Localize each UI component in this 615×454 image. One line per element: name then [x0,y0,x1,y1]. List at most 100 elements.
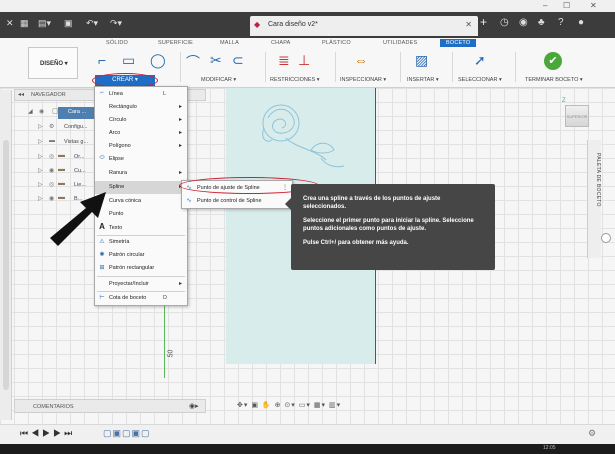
folder-icon: ▬ [58,166,65,173]
user-icon[interactable]: ● [578,17,584,28]
title-bar: ✕ ▦ ▤▾ ▣ ↶▾ ↷▾ ◆ Cara diseño v2* ✕ + ◷ ◉… [0,12,615,38]
viewcube-label: SUPERIOR [566,114,588,119]
close-button[interactable]: ✕ [590,1,597,10]
tab-solido[interactable]: SÓLIDO [106,40,128,46]
menu-item-elipse[interactable]: ⬭ Elipse [95,153,187,166]
grid-icon[interactable]: ▦ [20,18,29,29]
folder-icon: ▬ [58,152,65,159]
folder-icon: ▬ [58,180,65,187]
menu-item-cota-de-boceto[interactable]: ⊢ Cota de boceto D [95,292,187,305]
trim-tool-icon[interactable]: ✂ [210,52,222,69]
tab-malla[interactable]: MALLA [220,40,239,46]
notifications-icon[interactable]: ♣ [538,17,545,28]
menu-item-label: Cota de boceto [109,295,147,301]
left-scrollbar[interactable] [3,140,9,390]
pan-icon[interactable]: ✋ [262,402,272,409]
menu-item-label: Proyectar/Incluir [109,281,149,287]
help-icon[interactable]: ? [558,17,564,28]
file-icon[interactable]: ▤▾ [38,18,51,29]
restricciones-group-button[interactable]: RESTRICCIONES ▾ [270,77,320,83]
menu-item-circulo[interactable]: Círculo ▸ [95,114,187,127]
select-tool-icon[interactable]: ➚ [474,52,486,69]
undo-icon[interactable]: ↶▾ [86,18,98,29]
submenu-arrow-icon: ▸ [179,104,183,110]
collapse-icon[interactable]: ◂◂ [18,91,24,98]
redo-icon[interactable]: ↷▾ [110,18,122,29]
tab-plastico[interactable]: PLÁSTICO [322,40,351,46]
insertar-group-button[interactable]: INSERTAR ▾ [407,77,439,83]
fit-icon[interactable]: ⊙▾ [284,402,295,409]
visibility-icon[interactable]: ◉ [39,108,44,115]
submenu-item-punto-control[interactable]: ∿ Punto de control de Spline [182,195,292,208]
zoom-icon[interactable]: ⊕ [275,402,282,409]
visibility-icon[interactable]: ◎ [49,153,54,160]
design-label: DISEÑO ▾ [40,61,68,67]
viewports-icon[interactable]: ▥▾ [329,402,341,409]
timeline-controls[interactable]: ⏮◀▶▶⏭ [20,428,75,439]
close-tab-icon[interactable]: ✕ [465,20,472,29]
new-tab-icon[interactable]: + [480,15,487,29]
viewcube[interactable]: SUPERIOR [565,105,589,127]
expand-icon[interactable]: ▷ [38,195,43,202]
menu-item-linea[interactable]: ⌐ Línea L [95,88,187,101]
menu-item-proyectar-incluir[interactable]: Proyectar/Incluir ▸ [95,278,187,291]
navigator-row-label: Lie... [74,182,86,188]
expand-icon[interactable]: ▷ [38,181,43,188]
jobs-icon[interactable]: ◉ [519,17,528,28]
maximize-button[interactable]: ☐ [563,1,570,10]
tab-chapa[interactable]: CHAPA [271,40,291,46]
measure-tool-icon[interactable]: ⇔ [354,52,368,68]
expand-icon[interactable]: ▷ [38,123,43,130]
expand-icon[interactable]: ▷ [38,167,43,174]
menu-item-rectangulo[interactable]: Rectángulo ▸ [95,101,187,114]
menu-item-patron-rectangular[interactable]: ⊞ Patrón rectangular [95,262,187,275]
minimize-button[interactable]: – [543,1,547,10]
expand-icon[interactable]: ▷ [38,138,43,145]
comments-bar[interactable]: COMENTARIOS ◉▸ [14,399,206,413]
tab-superficie[interactable]: SUPERFICIE [158,40,193,46]
os-taskbar: 12:05 [0,444,615,454]
orbit-icon[interactable]: ✥▾ [237,402,248,409]
line-tool-icon[interactable]: ⌐ [98,52,106,68]
clock-icon[interactable]: ◷ [500,17,509,28]
display-settings-icon[interactable]: ▭▾ [299,402,311,409]
menu-item-arco[interactable]: Arco ▸ [95,127,187,140]
navigator-row-label: Cara ... [68,109,87,115]
tab-boceto[interactable]: BOCETO [440,39,477,47]
timeline-features[interactable]: ▢▣▢▣▢ [103,428,151,439]
save-icon[interactable]: ▣ [64,18,73,29]
offset-tool-icon[interactable]: ⊂ [232,52,244,69]
menu-item-patron-circular[interactable]: ✺ Patrón circular [95,249,187,262]
design-workspace-button[interactable]: DISEÑO ▾ [28,47,78,79]
document-icon: ◆ [254,20,261,29]
rectangle-tool-icon[interactable]: ▭ [122,52,135,69]
ribbon-separator [180,52,181,82]
fillet-tool-icon[interactable]: ⌒ [186,52,200,72]
menu-item-poligono[interactable]: Polígono ▸ [95,140,187,153]
inspeccionar-group-button[interactable]: INSPECCIONAR ▾ [340,77,386,83]
insert-image-icon[interactable]: ▨ [415,52,428,69]
resize-handle[interactable] [601,233,611,243]
expand-icon[interactable]: ◢ [28,108,33,115]
seleccionar-group-button[interactable]: SELECCIONAR ▾ [458,77,502,83]
menu-item-label: Ranura [109,170,128,176]
menu-item-label: Línea [109,91,123,97]
expand-icon[interactable]: ▷ [38,153,43,160]
constraint-icon[interactable]: ⊥ [298,52,310,69]
visibility-icon[interactable]: ◎ [49,181,54,188]
sketch-palette-tab[interactable]: PALETA DE BOCETO [587,140,601,258]
visibility-icon[interactable]: ◉ [49,167,54,174]
timeline-settings-icon[interactable]: ⚙ [588,428,596,439]
circle-tool-icon[interactable]: ◯ [150,52,166,69]
tab-utilidades[interactable]: UTILIDADES [383,40,417,46]
close-app-icon[interactable]: ✕ [6,18,14,29]
menu-item-ranura[interactable]: Ranura ▸ [95,167,187,180]
grid-settings-icon[interactable]: ▦▾ [314,402,326,409]
look-at-icon[interactable]: ▣ [251,402,259,409]
document-tab[interactable]: ◆ Cara diseño v2* ✕ [250,16,478,36]
modificar-group-button[interactable]: MODIFICAR ▾ [201,77,236,83]
coincident-constraint-icon[interactable]: ≣ [278,52,290,69]
terminar-boceto-button[interactable]: TERMINAR BOCETO ▾ [525,77,583,83]
finish-sketch-icon[interactable]: ✔ [544,52,562,70]
comments-toggle-icon[interactable]: ◉▸ [189,402,199,410]
